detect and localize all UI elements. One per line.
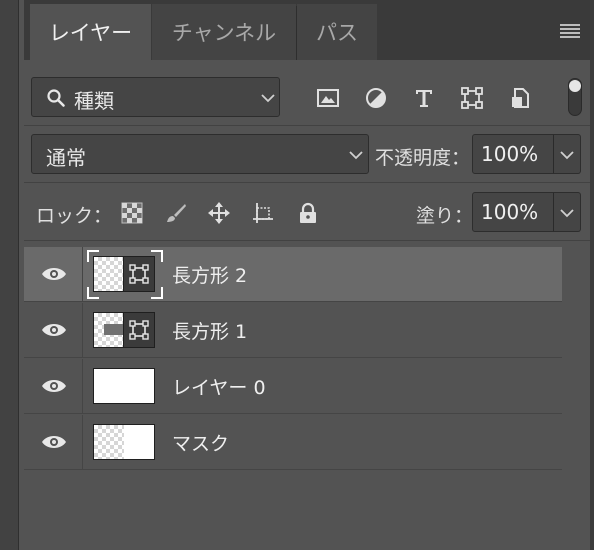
smart-object-filter-icon[interactable] bbox=[508, 86, 532, 110]
blend-mode-value: 通常 bbox=[46, 146, 86, 170]
opacity-input[interactable]: 100% bbox=[472, 134, 554, 174]
layer-row[interactable]: レイヤー 0 bbox=[24, 359, 562, 414]
filter-toggle-knob bbox=[569, 80, 581, 92]
filter-toggle-switch[interactable] bbox=[568, 78, 582, 116]
chevron-down-icon bbox=[261, 94, 275, 103]
eye-icon[interactable] bbox=[41, 322, 67, 338]
shape-icon bbox=[129, 320, 149, 340]
lock-label: ロック： bbox=[36, 205, 113, 227]
panel-tab-bar: レイヤー チャンネル パス bbox=[24, 0, 590, 60]
layer-row[interactable]: マスク bbox=[24, 415, 562, 470]
blend-mode-dropdown[interactable]: 通常 bbox=[31, 134, 369, 174]
layer-name[interactable]: レイヤー 0 bbox=[172, 373, 266, 400]
lock-all-icon[interactable] bbox=[297, 202, 319, 224]
search-icon bbox=[47, 89, 65, 107]
opacity-value: 100% bbox=[481, 142, 539, 166]
layer-thumbnail bbox=[93, 368, 155, 404]
selection-bracket bbox=[151, 250, 163, 262]
visibility-cell bbox=[24, 247, 83, 302]
tab-paths-label: パス bbox=[316, 21, 358, 45]
lock-artboard-icon[interactable] bbox=[252, 202, 274, 224]
right-dock-strip bbox=[590, 0, 594, 550]
visibility-cell bbox=[24, 303, 83, 358]
shape-layer-badge bbox=[123, 313, 154, 347]
layer-name[interactable]: 長方形 1 bbox=[172, 317, 247, 344]
lock-position-icon[interactable] bbox=[208, 202, 230, 224]
shape-icon bbox=[129, 264, 149, 284]
tab-layers[interactable]: レイヤー bbox=[30, 4, 151, 60]
layer-thumbnail bbox=[93, 424, 155, 460]
eye-icon[interactable] bbox=[41, 378, 67, 394]
filter-kind-label: 種類 bbox=[74, 89, 114, 113]
tab-channels-label: チャンネル bbox=[171, 21, 277, 45]
adjustment-filter-icon[interactable] bbox=[364, 86, 388, 110]
chevron-down-icon bbox=[349, 151, 363, 160]
fill-dropdown-button[interactable] bbox=[553, 192, 581, 232]
left-dock-strip bbox=[0, 0, 19, 550]
chevron-down-icon bbox=[560, 209, 574, 218]
lock-transparent-pixels-icon[interactable] bbox=[121, 202, 143, 224]
selection-bracket bbox=[151, 287, 163, 299]
filter-kind-dropdown[interactable]: 種類 bbox=[31, 77, 280, 117]
transparent-area bbox=[94, 425, 124, 459]
fill-value: 100% bbox=[481, 200, 539, 224]
lock-image-pixels-icon[interactable] bbox=[165, 202, 187, 224]
layers-panel: レイヤー チャンネル パス 種類 通常 不透明度： 100% ロック： 塗り： … bbox=[24, 0, 590, 550]
layer-name[interactable]: 長方形 2 bbox=[172, 261, 247, 288]
type-filter-icon[interactable] bbox=[412, 86, 436, 110]
selection-bracket bbox=[87, 250, 99, 262]
fill-label: 塗り： bbox=[416, 205, 474, 227]
tab-layers-label: レイヤー bbox=[48, 21, 133, 45]
tab-channels[interactable]: チャンネル bbox=[152, 4, 296, 60]
eye-icon[interactable] bbox=[41, 434, 67, 450]
divider bbox=[24, 240, 590, 241]
opacity-label: 不透明度： bbox=[375, 147, 471, 169]
eye-icon[interactable] bbox=[41, 266, 67, 282]
visibility-cell bbox=[24, 415, 83, 470]
fill-input[interactable]: 100% bbox=[472, 192, 554, 232]
layer-thumbnail bbox=[93, 312, 155, 348]
shape-filter-icon[interactable] bbox=[460, 86, 484, 110]
opacity-dropdown-button[interactable] bbox=[553, 134, 581, 174]
layer-row[interactable]: 長方形 1 bbox=[24, 303, 562, 358]
panel-menu-icon[interactable] bbox=[560, 24, 580, 38]
layer-thumbnail bbox=[93, 256, 155, 292]
chevron-down-icon bbox=[560, 151, 574, 160]
layer-name[interactable]: マスク bbox=[172, 429, 229, 456]
selection-bracket bbox=[87, 287, 99, 299]
shape-layer-badge bbox=[123, 257, 154, 291]
tab-paths[interactable]: パス bbox=[297, 4, 377, 60]
divider bbox=[24, 125, 590, 126]
image-filter-icon[interactable] bbox=[316, 86, 340, 110]
visibility-cell bbox=[24, 359, 83, 414]
divider bbox=[24, 182, 590, 183]
layer-row[interactable]: 長方形 2 bbox=[24, 247, 562, 302]
